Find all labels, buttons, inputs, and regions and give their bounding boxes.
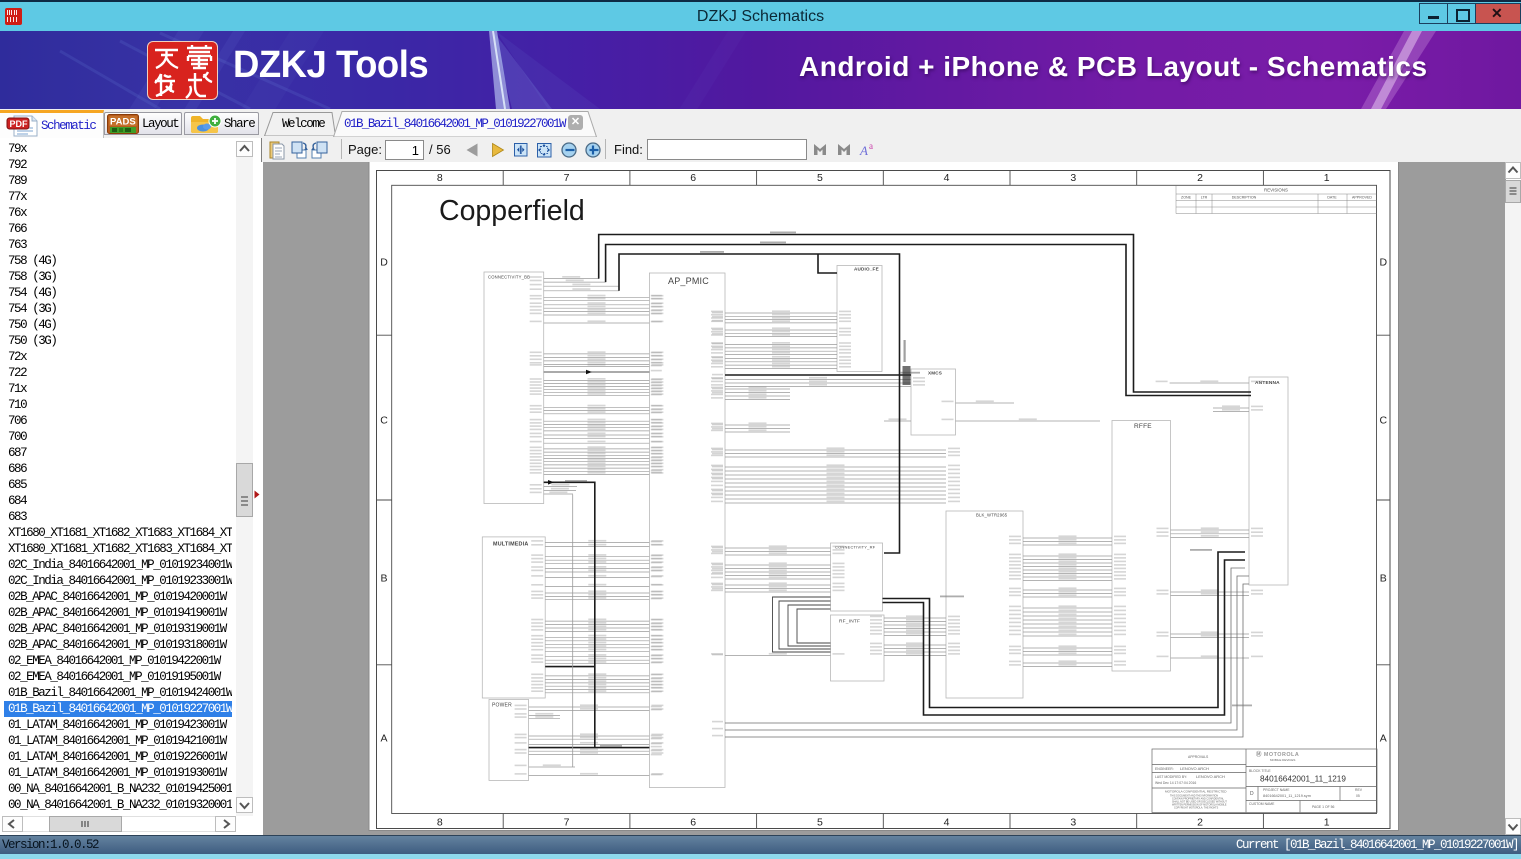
svg-text:A: A [380,733,387,745]
svg-text:DATE: DATE [1327,196,1337,200]
svg-text:5: 5 [817,172,823,184]
svg-text:Wed Dec 14 17:07:04 2016: Wed Dec 14 17:07:04 2016 [1155,781,1196,785]
svg-text:XMCS: XMCS [928,371,942,376]
svg-text:LENOVO ARCH: LENOVO ARCH [1196,774,1225,779]
svg-text:D: D [1250,791,1254,797]
svg-text:84016642001_11_1219: 84016642001_11_1219 [1260,775,1346,784]
svg-text:CUSTOM NAME: CUSTOM NAME [1249,802,1275,806]
svg-text:2: 2 [1197,172,1203,184]
svg-text:2: 2 [1197,817,1203,829]
svg-text:RF_INTF: RF_INTF [839,619,860,625]
svg-text:4: 4 [944,172,950,184]
svg-text:6: 6 [690,817,696,829]
svg-text:B: B [380,573,387,585]
svg-text:ZONE: ZONE [1181,196,1192,200]
svg-text:C: C [1380,415,1388,427]
svg-text:LAST MODIFIED BY:: LAST MODIFIED BY: [1155,775,1187,779]
svg-text:a: a [869,141,873,151]
svg-text:Copperfield: Copperfield [439,195,585,227]
svg-text:3: 3 [1070,817,1076,829]
svg-text:A: A [1380,733,1387,745]
svg-text:Ⓜ MOTOROLA: Ⓜ MOTOROLA [1256,750,1299,758]
svg-text:MULTIMEDIA: MULTIMEDIA [493,542,528,548]
svg-text:1: 1 [1324,817,1330,829]
svg-text:4: 4 [944,817,950,829]
svg-text:8: 8 [437,817,443,829]
svg-text:REV: REV [1355,788,1363,792]
svg-text:C: C [380,415,388,427]
svg-text:BLOCK TITLE: BLOCK TITLE [1249,769,1271,773]
svg-text:84016642001_11_1219.sym: 84016642001_11_1219.sym [1263,794,1311,798]
svg-text:APPROVALS: APPROVALS [1188,755,1209,759]
svg-text:7: 7 [564,172,570,184]
svg-text:3: 3 [1070,172,1076,184]
svg-text:05: 05 [1356,794,1360,798]
svg-text:1: 1 [1324,172,1330,184]
svg-text:PADS: PADS [110,117,136,128]
svg-text:8: 8 [437,172,443,184]
svg-text:MOTOROLA CONFIDENTIAL RESTRICT: MOTOROLA CONFIDENTIAL RESTRICTED [1165,790,1227,794]
svg-text:A: A [859,143,868,158]
svg-text:AP_PMIC: AP_PMIC [668,276,709,286]
svg-text:D: D [1380,257,1388,269]
svg-text:PROJECT NAME: PROJECT NAME [1263,788,1290,792]
svg-text:D: D [380,257,388,269]
svg-text:CONNECTIVITY_BB: CONNECTIVITY_BB [488,275,530,280]
svg-text:7: 7 [564,817,570,829]
svg-text:PDF: PDF [10,119,29,129]
svg-text:APPROVED: APPROVED [1352,196,1372,200]
svg-text:LENOVO ARCH: LENOVO ARCH [1180,766,1209,771]
svg-text:6: 6 [690,172,696,184]
svg-text:REVISIONS: REVISIONS [1264,188,1288,193]
svg-text:DESCRIPTION: DESCRIPTION [1232,196,1257,200]
svg-text:AUDIO_FE: AUDIO_FE [854,267,879,272]
svg-text:COPYRIGHT MOTOROLA. THE RIGHTS: COPYRIGHT MOTOROLA. THE RIGHTS [1174,807,1219,810]
svg-text:PAGE 1 OF 56: PAGE 1 OF 56 [1312,805,1334,809]
svg-text:RFFE: RFFE [1134,423,1152,430]
svg-text:LTR: LTR [1201,196,1208,200]
svg-text:POWER: POWER [492,703,512,709]
svg-text:B: B [1380,573,1387,585]
svg-text:5: 5 [817,817,823,829]
svg-text:ENGINEER:: ENGINEER: [1155,767,1174,771]
svg-text:BLK_WTR2965: BLK_WTR2965 [976,513,1008,518]
svg-text:MOBILE DEVICES: MOBILE DEVICES [1270,758,1295,762]
